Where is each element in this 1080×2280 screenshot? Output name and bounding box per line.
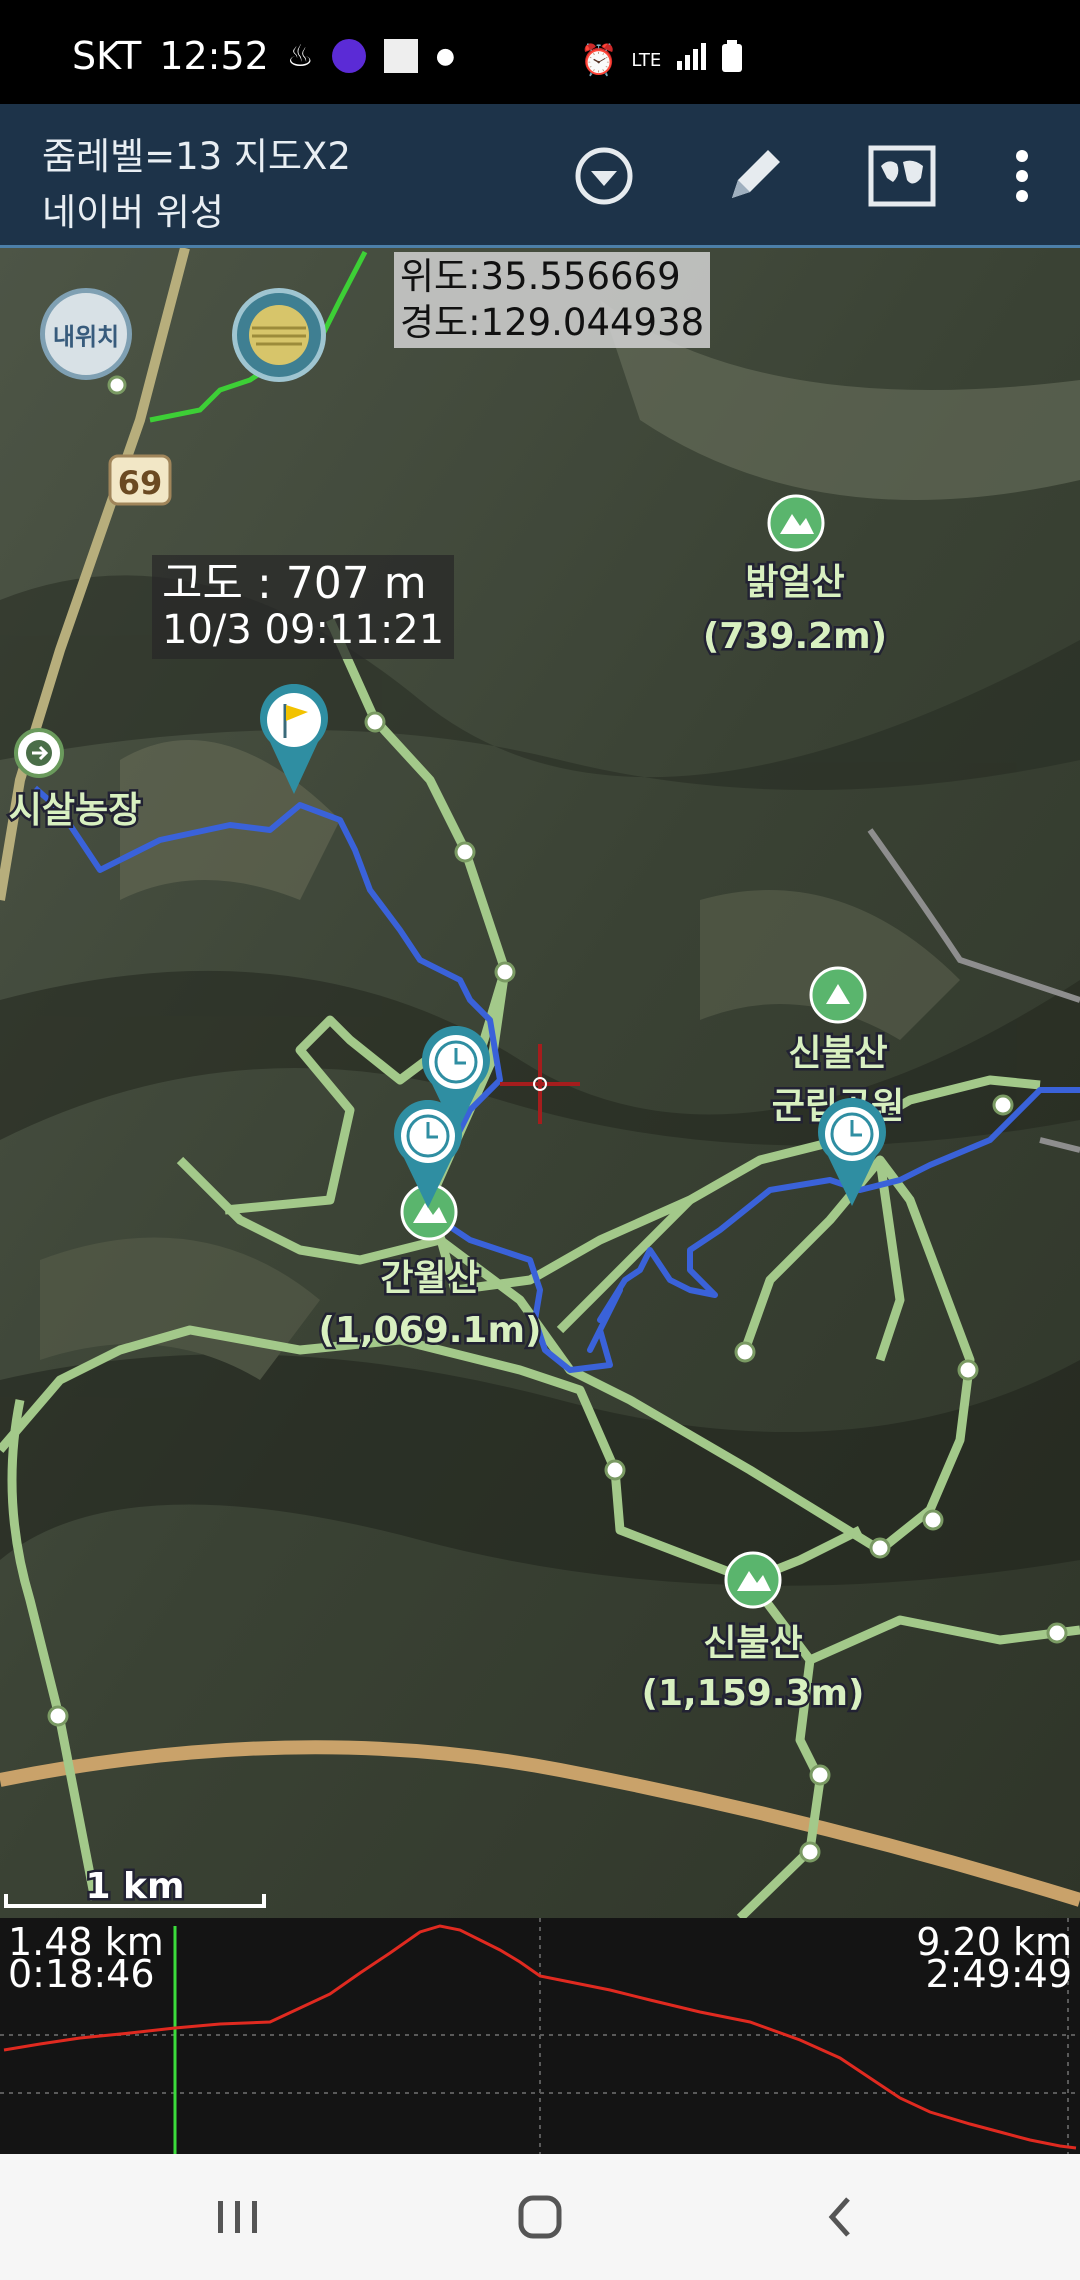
flag-pin-icon [260,683,328,794]
battery-icon [721,40,743,80]
place-label: 신불산 [703,1623,802,1664]
altitude-value: 고도 : 707 m [162,558,427,609]
zoom-level-label: 줌레벨=13 지도X2 [42,135,351,178]
time-marker[interactable] [816,1097,888,1208]
more-vert-icon[interactable] [980,134,1064,218]
place-label: 신불산 [788,1033,887,1074]
map-view[interactable]: 밝얼산 (739.2m) 신불산 군립공원 간월산 (1,069.1m) 신불산… [0,248,1080,1918]
clock: 12:52 [159,34,269,78]
clock-pin-icon [818,1097,886,1206]
my-location-label: 내위치 [52,322,120,351]
pencil-icon[interactable] [712,134,796,218]
time-marker[interactable] [392,1099,464,1210]
scale-label: 1 km [85,1866,184,1907]
alarm-icon: ⏰ [580,42,618,78]
signal-icon [675,41,707,79]
recent-apps-icon[interactable] [198,2184,278,2250]
layers-icon [249,305,309,365]
layer-toggle-button[interactable] [232,288,326,382]
place-elevation: (1,069.1m) [318,1310,541,1351]
memo-icon [383,39,418,73]
place-label: 간월산 [380,1258,479,1299]
elevation-profile[interactable]: 1.48 km 0:18:46 9.20 km 2:49:49 [0,1918,1080,2154]
start-marker[interactable] [14,728,64,778]
place-elevation: (739.2m) [703,616,887,657]
map-source-label: 네이버 위성 [42,191,224,234]
altitude-tooltip: 고도 : 707 m 10/3 09:11:21 [152,555,455,659]
clock-pin-icon [394,1099,462,1208]
back-icon[interactable] [800,2184,880,2250]
longitude: 경도:129.044938 [400,301,705,344]
altitude-timestamp: 10/3 09:11:21 [162,607,445,653]
status-bar: SKT 12:52 ♨ ● ⏰ LTE [0,0,1080,104]
coordinates-overlay: 위도:35.556669 경도:129.044938 [394,252,711,348]
app-bar: 줌레벨=13 지도X2 네이버 위성 [0,104,1080,248]
latitude: 위도:35.556669 [400,255,681,298]
flag-marker[interactable] [258,683,330,796]
network-type: LTE [631,49,662,71]
place-elevation: (1,159.3m) [641,1673,864,1714]
world-map-icon[interactable] [860,134,944,218]
home-icon[interactable] [500,2184,580,2250]
system-nav-bar [0,2154,1080,2280]
place-label: 시살농장 [9,790,141,831]
notification-icon: ♨ [286,38,314,74]
current-elapsed-time: 0:18:46 [8,1952,155,1996]
dropdown-circle-icon[interactable] [562,134,646,218]
my-location-button[interactable]: 내위치 [40,288,132,380]
satellite-map: 밝얼산 (739.2m) 신불산 군립공원 간월산 (1,069.1m) 신불산… [0,248,1080,1918]
arrow-right-icon [26,740,52,766]
route-number: 69 [118,464,163,502]
total-elapsed-time: 2:49:49 [925,1952,1073,1996]
more-notifications-dot: ● [435,43,455,69]
place-label: 밝얼산 [745,562,844,603]
carrier: SKT [72,34,142,78]
app-notification-icon [331,39,366,73]
